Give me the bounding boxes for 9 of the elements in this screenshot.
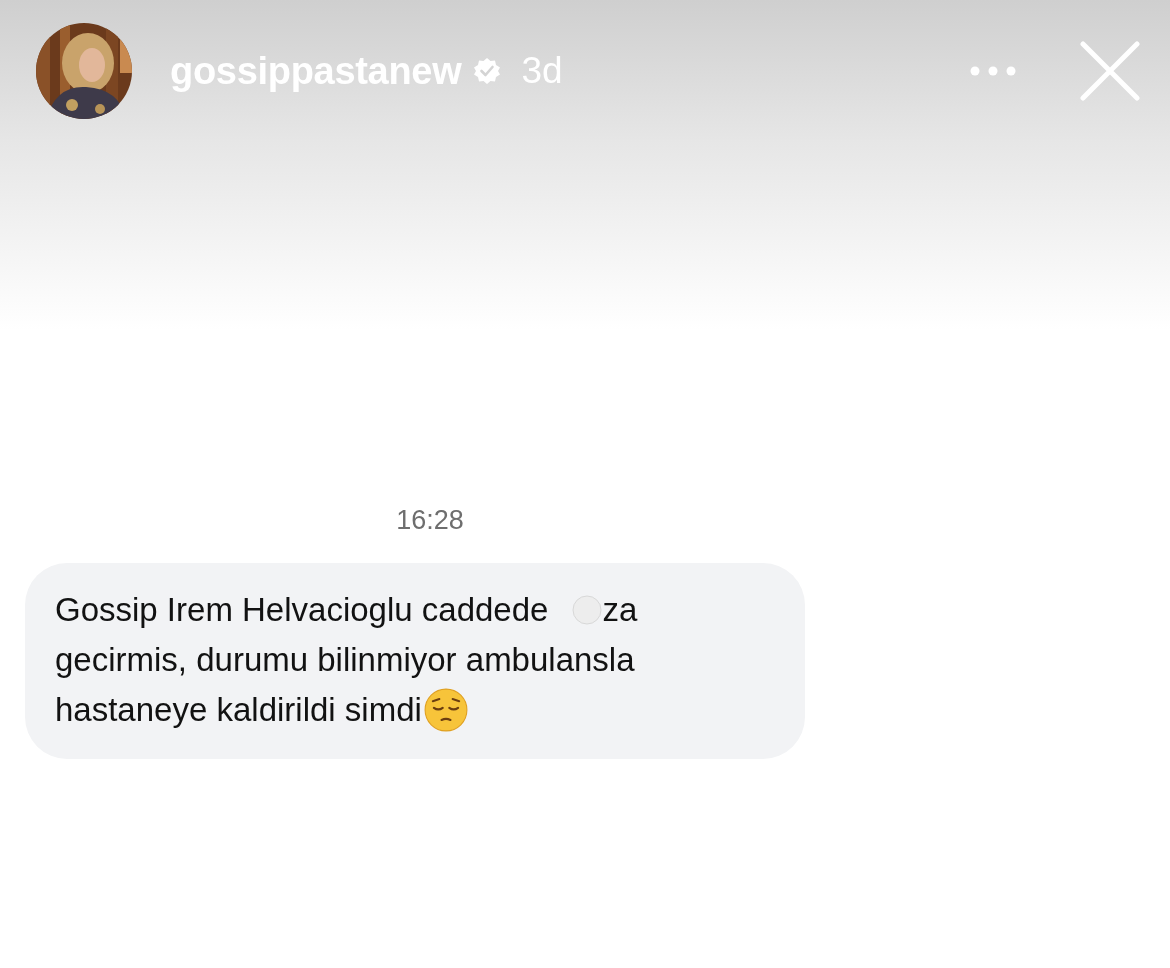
close-icon[interactable] [1080,41,1140,101]
message-text: Gossip Irem Helvacioglu caddede [55,591,549,629]
message-text: hastaneye kaldirildi simdi [55,691,422,729]
message-text: gecirmis, durumu bilinmiyor ambulansla [55,641,635,679]
dot-sticker-icon [572,595,603,625]
more-icon[interactable] [970,66,1016,76]
message-text: za [602,591,638,629]
sad-face-emoji-icon [423,688,468,732]
message-time: 16:28 [395,505,465,537]
